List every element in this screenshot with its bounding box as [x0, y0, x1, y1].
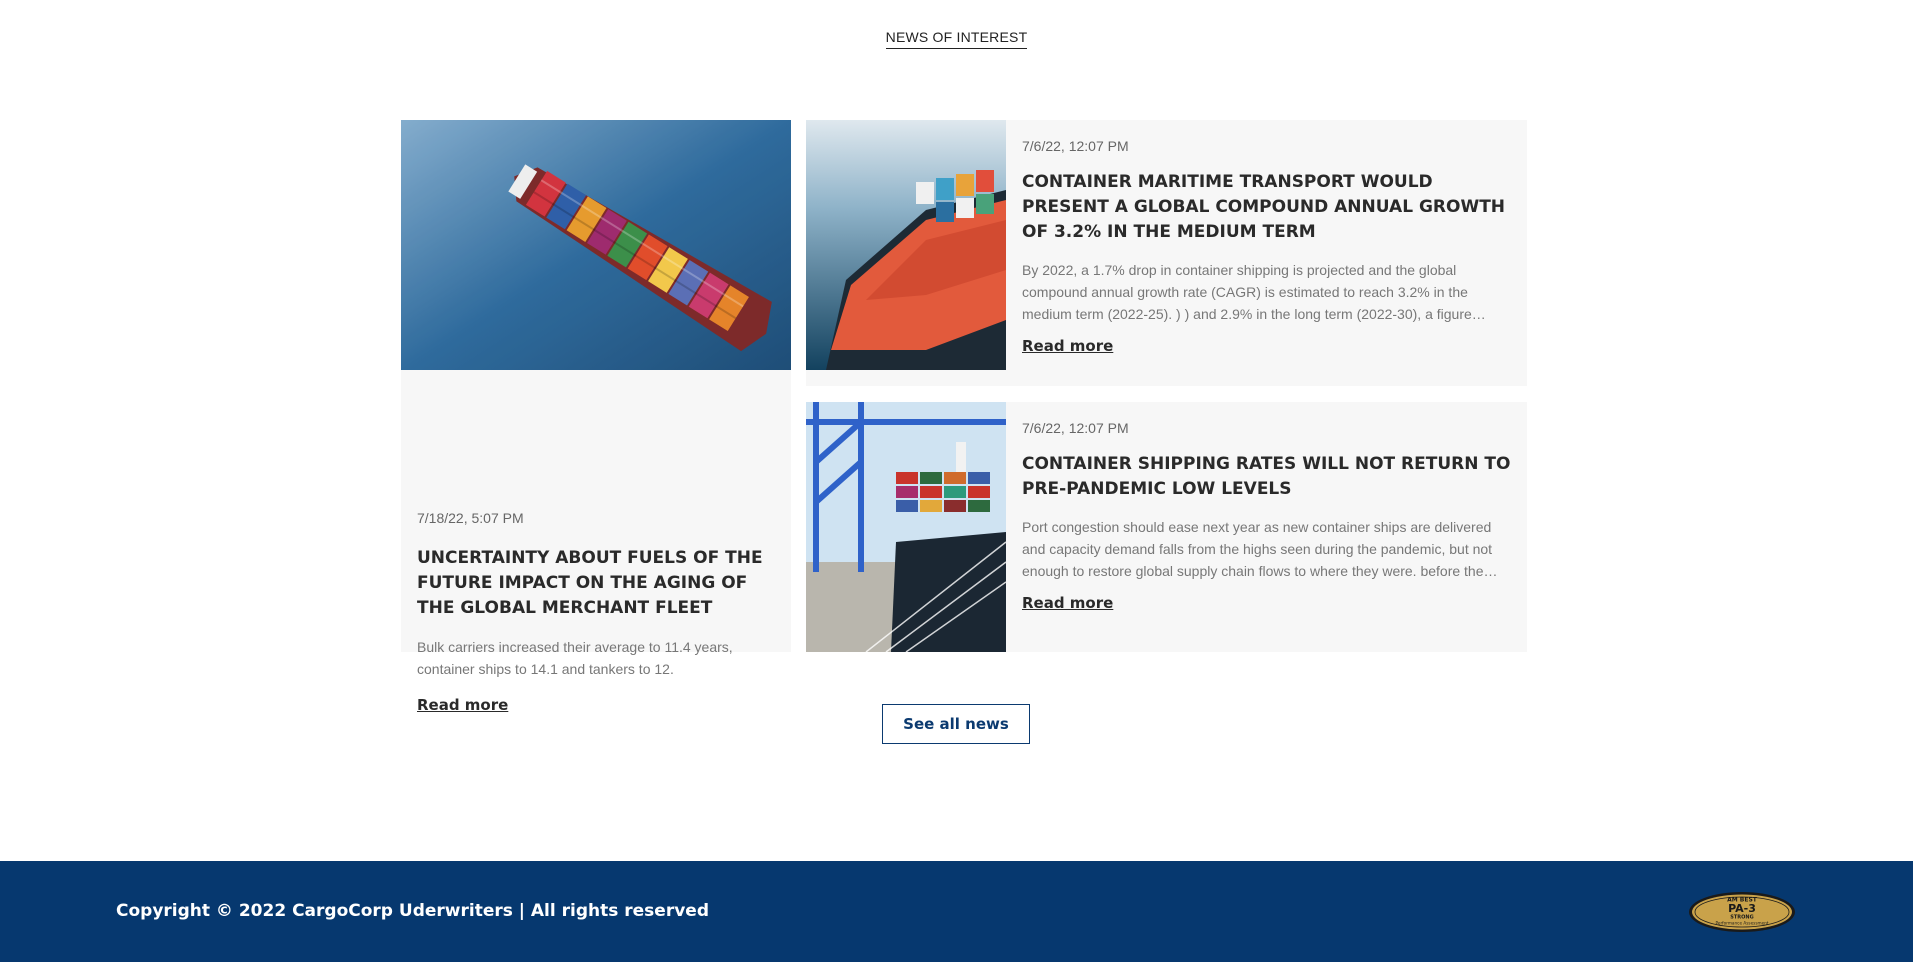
section-title: NEWS OF INTEREST	[0, 29, 1913, 49]
am-best-badge-icon: AM BEST PA-3 STRONG Performance Assessme…	[1689, 892, 1795, 932]
read-more-link[interactable]: Read more	[1022, 337, 1113, 355]
article-date: 7/6/22, 12:07 PM	[1022, 138, 1129, 154]
article-date: 7/18/22, 5:07 PM	[417, 510, 524, 526]
section-title-text: NEWS OF INTEREST	[885, 29, 1028, 49]
article-title[interactable]: UNCERTAINTY ABOUT FUELS OF THE FUTURE IM…	[417, 546, 777, 621]
read-more-link[interactable]: Read more	[1022, 594, 1113, 612]
badge-line2: PA-3	[1728, 902, 1756, 915]
news-card[interactable]: 7/6/22, 12:07 PM CONTAINER SHIPPING RATE…	[806, 402, 1527, 652]
article-excerpt: By 2022, a 1.7% drop in container shippi…	[1022, 262, 1472, 322]
cargo-ship-aerial-image	[401, 120, 791, 370]
news-card-featured[interactable]: 7/18/22, 5:07 PM UNCERTAINTY ABOUT FUELS…	[401, 120, 791, 714]
article-title[interactable]: CONTAINER SHIPPING RATES WILL NOT RETURN…	[1022, 452, 1512, 502]
article-text: 7/6/22, 12:07 PM CONTAINER SHIPPING RATE…	[1022, 420, 1512, 613]
copyright-text: Copyright © 2022 CargoCorp Uderwriters |…	[116, 901, 709, 921]
read-more-link[interactable]: Read more	[417, 696, 508, 714]
see-all-news-button[interactable]: See all news	[882, 704, 1030, 744]
site-footer: Copyright © 2022 CargoCorp Uderwriters |…	[0, 861, 1913, 962]
port-cranes-image	[806, 402, 1006, 652]
article-date: 7/6/22, 12:07 PM	[1022, 420, 1129, 436]
badge-line4: Performance Assessment	[1716, 921, 1769, 926]
article-title[interactable]: CONTAINER MARITIME TRANSPORT WOULD PRESE…	[1022, 170, 1512, 245]
news-card[interactable]: 7/6/22, 12:07 PM CONTAINER MARITIME TRAN…	[806, 120, 1527, 386]
article-excerpt: Bulk carriers increased their average to…	[417, 639, 733, 677]
container-ship-bow-image	[806, 120, 1006, 370]
article-excerpt: Port congestion should ease next year as…	[1022, 519, 1498, 579]
article-text: 7/6/22, 12:07 PM CONTAINER MARITIME TRAN…	[1022, 138, 1512, 356]
